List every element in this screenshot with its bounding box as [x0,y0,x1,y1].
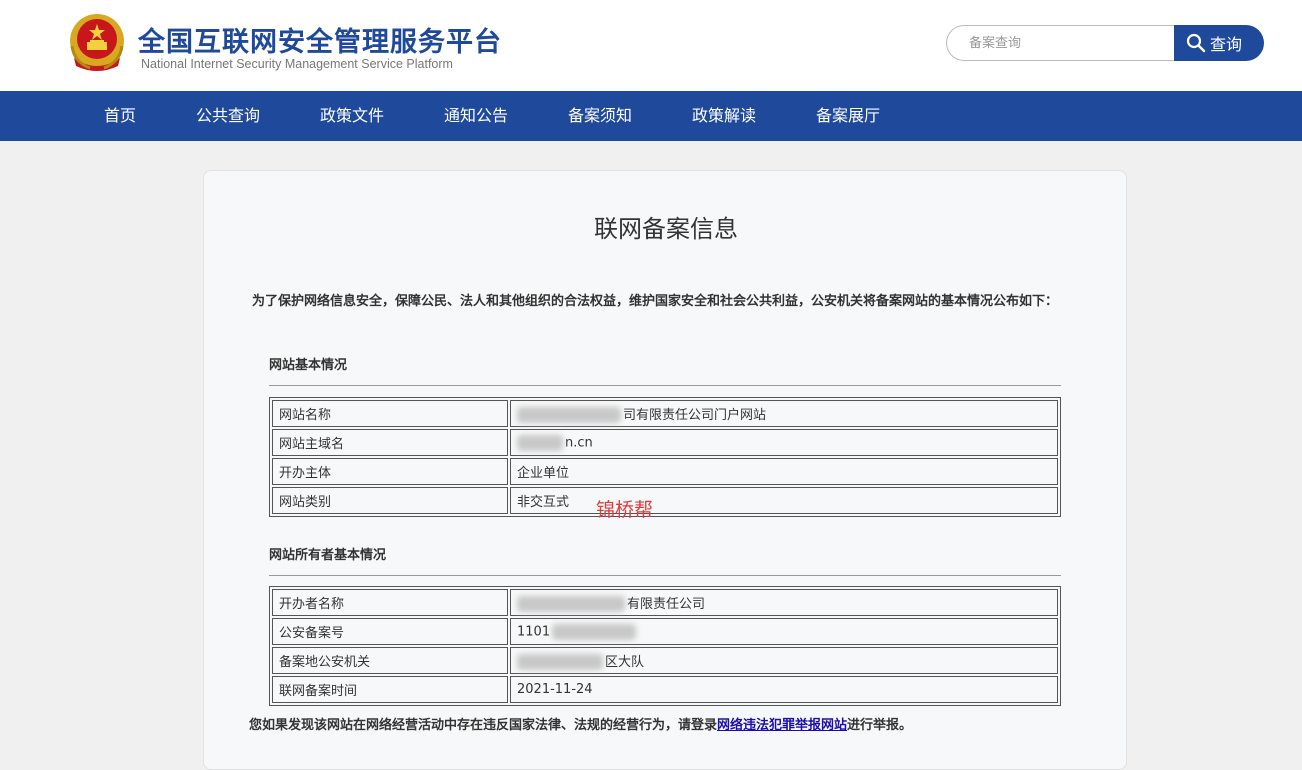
table-row: 备案地公安机关 区大队 [272,647,1058,674]
site-subtitle: National Internet Security Management Se… [141,57,453,71]
owner-section-title: 网站所有者基本情况 [269,548,387,563]
site-info-table: 网站名称 司有限责任公司门户网站 网站主域名 n.cn 开办主体 企业单位 网站… [269,397,1061,517]
police-authority-cell: 区大队 [510,647,1058,674]
redacted-mask [552,623,637,640]
search-icon [1186,33,1206,53]
table-row: 开办主体 企业单位 [272,458,1058,485]
watermark-text: 锦桥帮 [596,499,654,521]
owner-info-table: 开办者名称 有限责任公司 公安备案号 1101 备案地公安机关 区大队 联网备案… [269,586,1061,706]
police-filing-number-value: 1101 [517,624,551,639]
section-divider [269,575,1061,576]
nav-item-public-query[interactable]: 公共查询 [196,91,260,141]
nav-item-policy-files[interactable]: 政策文件 [320,91,384,141]
nav-item-notices[interactable]: 通知公告 [444,91,508,141]
table-row: 网站类别 非交互式 [272,487,1058,514]
site-name-value: 司有限责任公司门户网站 [623,407,767,423]
police-authority-value: 区大队 [605,654,645,670]
report-suffix: 进行举报。 [847,718,913,733]
redacted-mask [517,596,625,613]
redacted-mask [517,407,621,424]
intro-text: 为了保护网络信息安全，保障公民、法人和其他组织的合法权益，维护国家安全和社会公共… [252,294,1059,309]
owner-name-label: 开办者名称 [272,589,508,616]
main-nav: 首页 公共查询 政策文件 通知公告 备案须知 政策解读 备案展厅 [0,91,1302,141]
site-name-label: 网站名称 [272,400,508,427]
organizer-type-value: 企业单位 [510,458,1058,485]
section-divider [269,385,1061,386]
search-box: 查询 [946,25,1264,61]
filing-date-label: 联网备案时间 [272,676,508,703]
filing-info-card: 联网备案信息 为了保护网络信息安全，保障公民、法人和其他组织的合法权益，维护国家… [203,170,1127,770]
site-category-value: 非交互式 [510,487,1058,514]
police-filing-number-cell: 1101 [510,618,1058,645]
redacted-mask [517,654,603,671]
site-category-label: 网站类别 [272,487,508,514]
site-section-title: 网站基本情况 [269,358,348,373]
report-prefix: 您如果发现该网站在网络经营活动中存在违反国家法律、法规的经营行为，请登录 [249,718,718,733]
organizer-type-label: 开办主体 [272,458,508,485]
table-row: 开办者名称 有限责任公司 [272,589,1058,616]
site-name-cell: 司有限责任公司门户网站 [510,400,1058,427]
report-notice: 您如果发现该网站在网络经营活动中存在违反国家法律、法规的经营行为，请登录网络违法… [249,714,912,733]
search-button[interactable]: 查询 [1174,25,1264,61]
page-title: 联网备案信息 [594,215,738,243]
domain-value: n.cn [565,435,593,450]
table-row: 网站名称 司有限责任公司门户网站 [272,400,1058,427]
nav-item-filing-hall[interactable]: 备案展厅 [816,91,880,141]
domain-label: 网站主域名 [272,429,508,456]
national-emblem-icon [70,14,124,71]
filing-date-value: 2021-11-24 [510,676,1058,703]
redacted-mask [517,434,563,451]
owner-name-value: 有限责任公司 [627,596,706,612]
table-row: 公安备案号 1101 [272,618,1058,645]
nav-item-filing-guide[interactable]: 备案须知 [568,91,632,141]
nav-item-policy-interpretation[interactable]: 政策解读 [692,91,756,141]
police-filing-number-label: 公安备案号 [272,618,508,645]
search-input[interactable] [946,25,1178,61]
owner-name-cell: 有限责任公司 [510,589,1058,616]
site-header: 全国互联网安全管理服务平台 National Internet Security… [0,0,1302,91]
site-title: 全国互联网安全管理服务平台 [138,27,502,58]
table-row: 网站主域名 n.cn [272,429,1058,456]
police-authority-label: 备案地公安机关 [272,647,508,674]
nav-item-home[interactable]: 首页 [104,91,136,141]
report-link[interactable]: 网络违法犯罪举报网站 [717,718,847,733]
search-button-label: 查询 [1210,35,1243,54]
domain-cell: n.cn [510,429,1058,456]
table-row: 联网备案时间 2021-11-24 [272,676,1058,703]
